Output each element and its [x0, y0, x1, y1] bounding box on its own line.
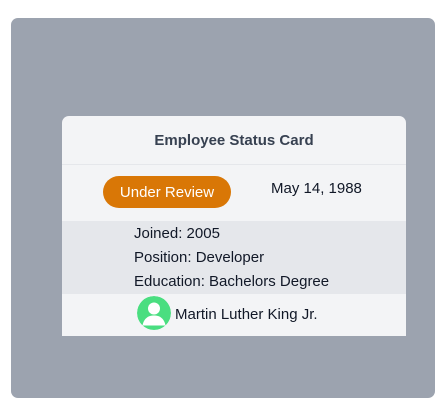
education-detail: Education: Bachelors Degree — [134, 273, 330, 290]
user-avatar-icon — [137, 296, 171, 330]
date-label: May 14, 1988 — [271, 180, 362, 197]
position-detail: Position: Developer — [134, 249, 265, 266]
person-row: Martin Luther King Jr. — [62, 294, 406, 336]
card-backdrop: Employee Status Card Under Review May 14… — [11, 18, 435, 398]
status-badge: Under Review — [103, 176, 231, 208]
employee-status-card: Employee Status Card Under Review May 14… — [62, 116, 406, 336]
status-row: Under Review May 14, 1988 — [62, 165, 406, 221]
card-title: Employee Status Card — [62, 116, 406, 165]
employee-name: Martin Luther King Jr. — [175, 305, 318, 323]
employee-details: Joined: 2005 Position: Developer Educati… — [62, 221, 406, 294]
joined-detail: Joined: 2005 — [134, 225, 220, 242]
